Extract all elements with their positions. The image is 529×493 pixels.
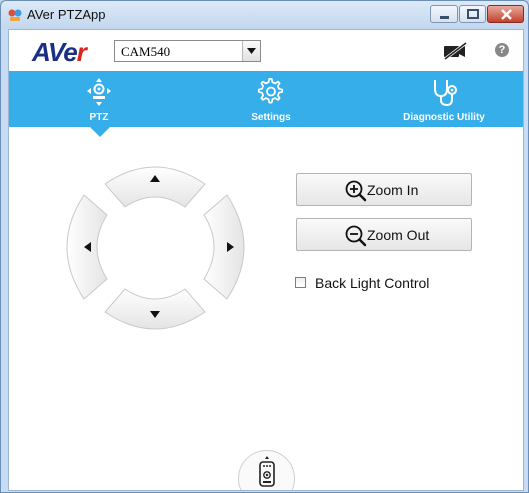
camera-select-value: CAM540 [121, 44, 171, 59]
pan-down-button[interactable] [100, 282, 210, 334]
stethoscope-icon [434, 80, 457, 107]
maximize-button[interactable] [459, 5, 486, 23]
tab-ptz[interactable]: PTZ [59, 71, 139, 127]
app-window: AVer PTZApp AVer CAM540 ? PTZ Settings D… [0, 0, 529, 493]
zoom-in-button[interactable]: Zoom In [296, 173, 472, 206]
tab-diagnostic-utility[interactable]: Diagnostic Utility [389, 71, 499, 127]
back-light-label: Back Light Control [315, 275, 430, 291]
back-light-checkbox[interactable] [295, 277, 306, 288]
zoom-out-icon [345, 225, 367, 247]
minimize-button[interactable] [430, 5, 458, 23]
active-tab-indicator [90, 127, 110, 137]
app-icon [8, 9, 22, 21]
gear-icon [257, 77, 284, 104]
zoom-out-label: Zoom Out [367, 227, 430, 243]
main-panel: AVer CAM540 ? PTZ Settings Diagnostic Ut… [8, 29, 524, 491]
help-icon[interactable]: ? [495, 43, 509, 57]
ptz-camera-icon [87, 78, 111, 106]
tab-bar: PTZ Settings Diagnostic Utility [9, 71, 523, 127]
camera-select[interactable]: CAM540 [114, 40, 261, 62]
close-button[interactable] [487, 5, 524, 23]
window-title: AVer PTZApp [27, 7, 106, 22]
tab-settings[interactable]: Settings [231, 71, 311, 127]
pan-up-button[interactable] [100, 162, 210, 212]
title-bar[interactable]: AVer PTZApp [1, 1, 528, 29]
zoom-in-icon [345, 180, 367, 202]
tab-settings-label: Settings [251, 112, 291, 123]
tab-diagnostic-label: Diagnostic Utility [403, 112, 485, 123]
remote-control-icon [259, 456, 275, 487]
zoom-out-button[interactable]: Zoom Out [296, 218, 472, 251]
tab-ptz-label: PTZ [89, 112, 109, 123]
remote-control-button[interactable] [238, 450, 295, 490]
zoom-in-label: Zoom In [367, 182, 419, 198]
aver-logo: AVer [32, 37, 87, 67]
chevron-down-icon[interactable] [242, 41, 260, 61]
privacy-mode-icon[interactable] [442, 42, 468, 60]
header: AVer CAM540 ? [9, 30, 523, 71]
